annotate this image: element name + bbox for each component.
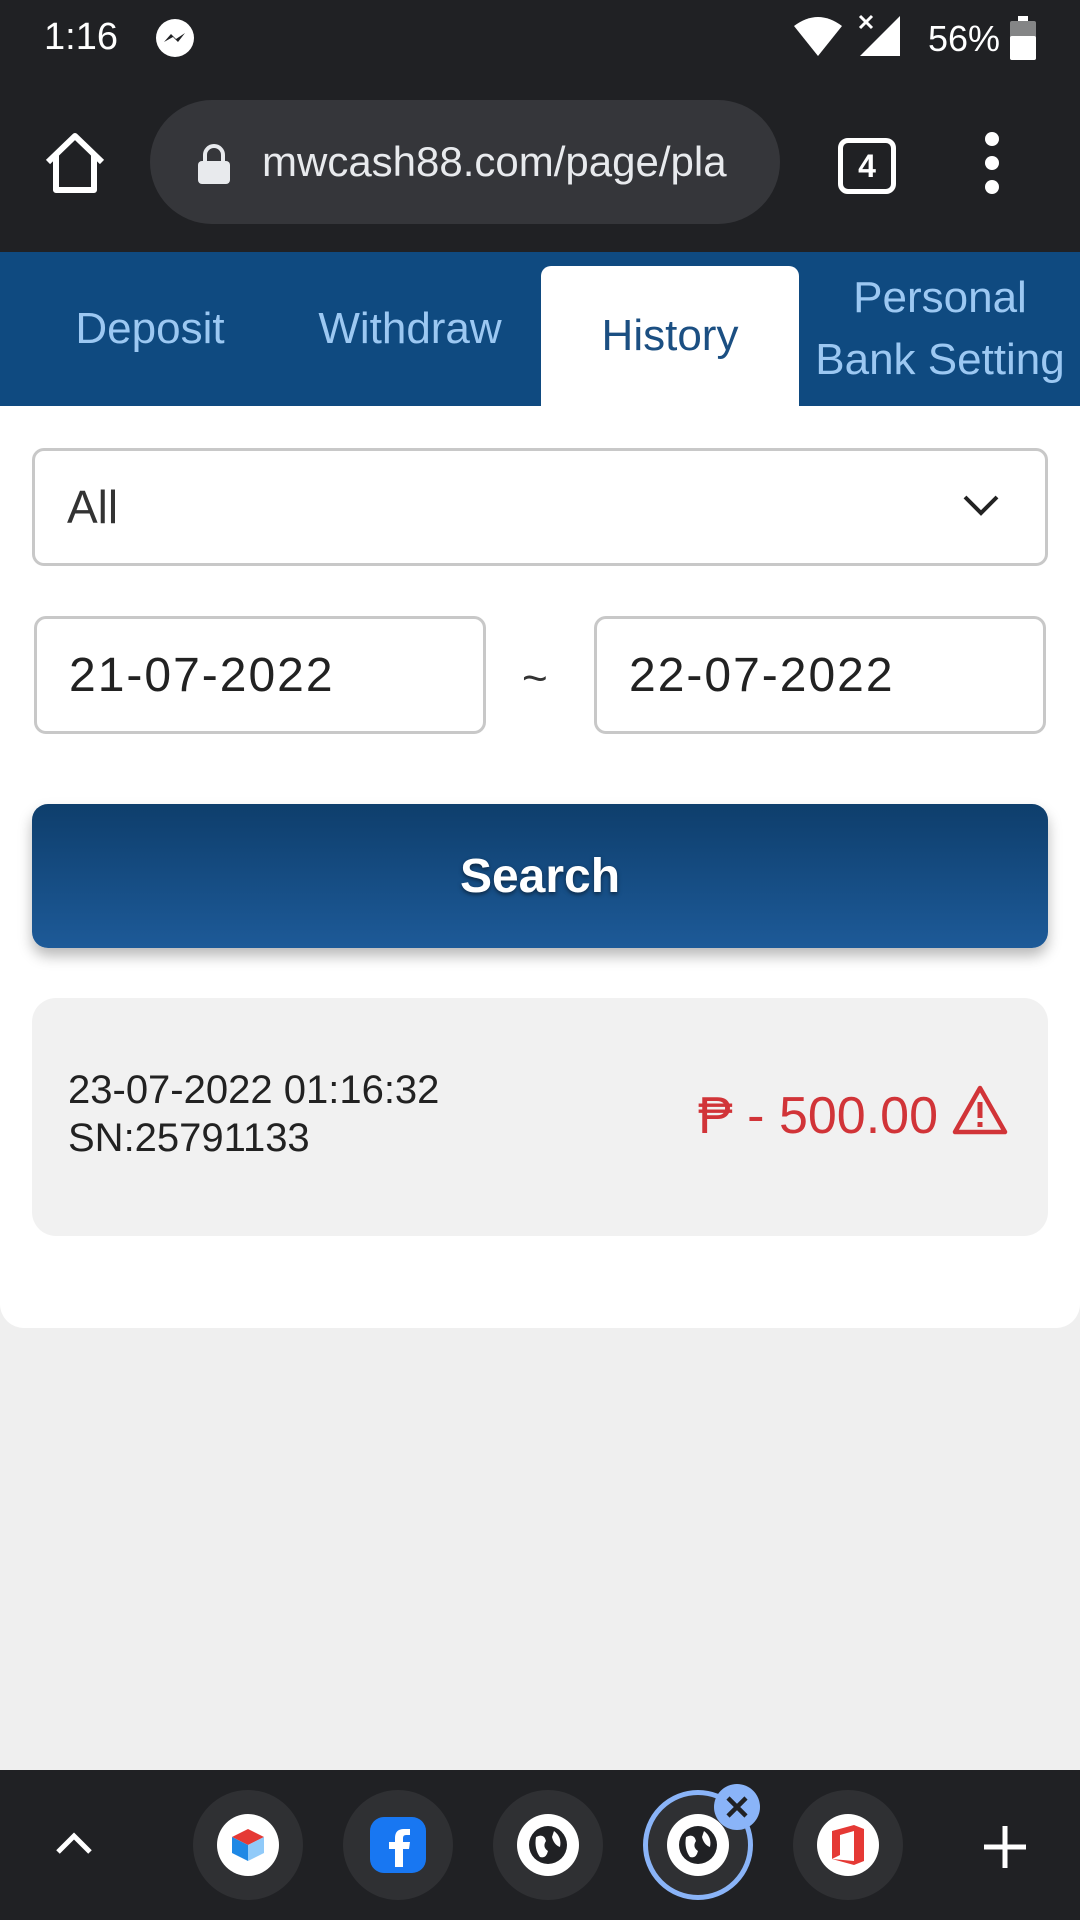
record-amount: ₱ - 500.00 [698,1087,938,1145]
date-to-field[interactable]: 22-07-2022 [594,616,1046,734]
date-from-field[interactable]: 21-07-2022 [34,616,486,734]
web-bubble[interactable] [493,1790,603,1900]
more-menu-icon[interactable] [976,132,1008,202]
status-bar: 1:16 56% [0,0,1080,80]
record-serial-number: SN:25791133 [68,1116,310,1160]
chevron-up-icon[interactable] [54,1828,94,1858]
tab-switcher-button[interactable]: 4 [838,138,896,194]
record-datetime: 23-07-2022 01:16:32 [68,1068,440,1112]
vpn-app-bubble[interactable] [193,1790,303,1900]
close-icon [726,1796,748,1818]
globe-icon [679,1826,717,1864]
wallet-tab-bar: Deposit Withdraw History Personal Bank S… [0,252,1080,406]
status-time: 1:16 [44,16,118,58]
home-icon[interactable] [42,130,108,196]
transaction-type-select[interactable]: All [32,448,1048,566]
address-bar[interactable]: mwcash88.com/page/pla [150,100,780,224]
tab-deposit[interactable]: Deposit [40,252,260,406]
bottom-bubble-bar [0,1770,1080,1920]
facebook-icon [389,1829,410,1867]
date-range-separator: ~ [522,654,548,703]
browser-toolbar: mwcash88.com/page/pla 4 [0,80,1080,252]
search-button[interactable]: Search [32,804,1048,948]
messenger-icon [156,19,194,57]
vpn-app-icon [232,1829,264,1861]
globe-icon [529,1826,567,1864]
wifi-icon [794,17,842,56]
history-panel: All 21-07-2022 ~ 22-07-2022 Search 23-07… [0,406,1080,1328]
tab-history[interactable]: History [541,266,799,406]
add-bubble-icon[interactable] [980,1822,1030,1872]
lock-icon [198,144,230,184]
history-record[interactable]: 23-07-2022 01:16:32 SN:25791133 ₱ - 500.… [32,998,1048,1236]
tab-personal-bank-setting[interactable]: Personal Bank Setting [800,252,1080,406]
office-icon [832,1825,864,1865]
battery-percentage: 56% [928,18,1001,59]
signal-icon [858,14,900,56]
warning-icon [952,1085,1008,1135]
battery-icon [1010,16,1036,60]
close-bubble-button[interactable] [714,1784,760,1830]
chevron-down-icon [963,495,999,516]
facebook-bubble[interactable] [343,1790,453,1900]
office-bubble[interactable] [793,1790,903,1900]
url-text: mwcash88.com/page/pla [262,138,727,185]
transaction-type-value: All [67,481,119,533]
tab-withdraw[interactable]: Withdraw [290,252,530,406]
